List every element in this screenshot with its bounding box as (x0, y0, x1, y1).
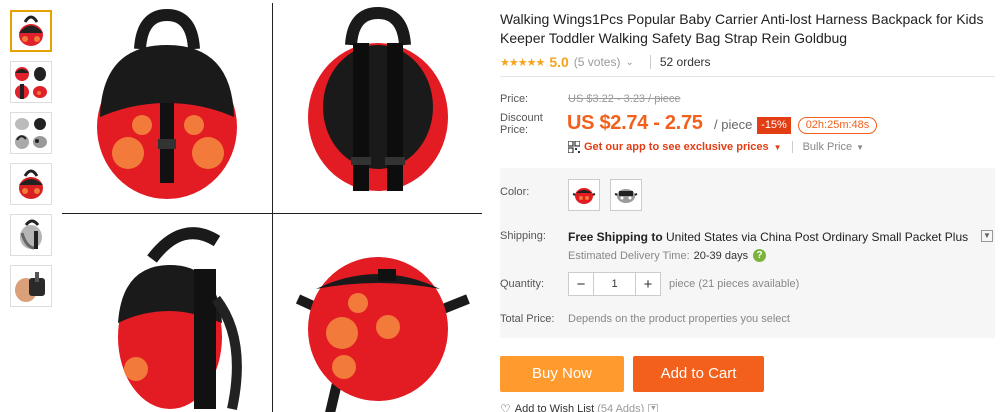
ladybug-front-thumb-icon (19, 15, 43, 46)
ladybug-backpack-side-icon (117, 227, 242, 411)
price-unit: / piece (714, 117, 753, 132)
title-divider (500, 76, 995, 77)
gallery-side-view (62, 214, 271, 412)
total-price-label: Total Price: (500, 313, 555, 325)
thumbnail-strip (10, 10, 54, 316)
plus-icon[interactable]: + (636, 273, 660, 295)
original-price: US $3.22 - 3.23 / piece (568, 93, 681, 105)
discount-percent-badge: -15% (757, 117, 791, 134)
qr-code-icon (568, 141, 580, 153)
shipping-details[interactable]: United States via China Post Ordinary Sm… (666, 230, 968, 244)
thumbnail-4[interactable] (10, 163, 52, 205)
bulk-caret-icon[interactable]: ▼ (856, 143, 864, 152)
wishlist-count: (54 Adds) (597, 403, 645, 412)
gallery-front-view (62, 3, 271, 211)
rating-score: 5.0 (549, 54, 569, 70)
rating-stars-icon: ★★★★★ (500, 56, 545, 69)
chevron-down-icon[interactable]: ⌄ (625, 57, 633, 68)
quantity-stepper: − + (568, 272, 661, 296)
rating-separator (649, 55, 651, 69)
delivery-time-value: 20-39 days (693, 249, 749, 262)
shipping-text: Free Shipping to United States via China… (568, 230, 968, 244)
buy-now-button[interactable]: Buy Now (500, 356, 624, 392)
grey-pack-thumb-icon (15, 118, 47, 149)
minus-icon[interactable]: − (569, 273, 593, 295)
ladybug-multi-thumb-icon (15, 67, 47, 99)
caret-down-icon[interactable]: ▼ (774, 143, 782, 152)
votes-link[interactable]: (5 votes) (574, 55, 621, 69)
grey-side-thumb-icon (20, 219, 42, 250)
shipping-dropdown-icon[interactable]: ▼ (981, 230, 993, 242)
countdown-timer: 02h:25m:48s (798, 117, 877, 134)
color-label: Color: (500, 186, 530, 198)
orders-count: 52 orders (659, 55, 711, 69)
red-ladybug-icon (572, 188, 596, 204)
discount-label-line2: Price: (500, 124, 529, 136)
quantity-label: Quantity: (500, 278, 545, 290)
ladybug-backpack-bottom-icon (295, 257, 470, 412)
gallery-divider-vertical (272, 3, 273, 412)
wishlist-link[interactable]: Add to Wish List (515, 403, 594, 412)
delivery-time-label: Estimated Delivery Time: (568, 249, 690, 262)
product-info: Walking Wings1Pcs Popular Baby Carrier A… (500, 0, 1000, 412)
ladybug-backpack-front-icon (96, 8, 237, 199)
price-label: Price: (500, 93, 529, 105)
wishlist-row: ♡ Add to Wish List (54 Adds) ▼ (500, 402, 659, 412)
product-gallery[interactable] (62, 3, 482, 412)
product-title: Walking Wings1Pcs Popular Baby Carrier A… (500, 11, 984, 46)
hand-pack-thumb-icon (15, 272, 45, 302)
heart-icon[interactable]: ♡ (500, 402, 511, 412)
app-promo-row: Get our app to see exclusive prices ▼ Bu… (568, 140, 864, 154)
delivery-time-row: Estimated Delivery Time: 20-39 days ? (568, 249, 767, 262)
thumbnail-5[interactable] (10, 214, 52, 256)
thumbnail-2[interactable] (10, 61, 52, 103)
color-option-grey-elephant[interactable] (610, 179, 642, 211)
rating-row: ★★★★★ 5.0 (5 votes) ⌄ 52 orders (500, 53, 711, 71)
free-shipping-text: Free Shipping to (568, 230, 663, 244)
discount-label-line1: Discount (500, 112, 543, 124)
total-price-note: Depends on the product properties you se… (568, 313, 790, 325)
gallery-divider-horizontal (62, 213, 482, 214)
discount-price: US $2.74 - 2.75 (567, 112, 703, 134)
thumbnail-1[interactable] (10, 10, 52, 52)
bulk-price-link[interactable]: Bulk Price (803, 141, 853, 153)
shipping-label: Shipping: (500, 230, 546, 242)
thumbnail-6[interactable] (10, 265, 52, 307)
ladybug-backpack-back-icon (307, 7, 448, 191)
app-separator (791, 141, 793, 153)
gallery-bottom-view (273, 214, 482, 412)
grey-elephant-icon (614, 189, 638, 203)
color-option-red-ladybug[interactable] (568, 179, 600, 211)
thumbnail-3[interactable] (10, 112, 52, 154)
app-prices-link[interactable]: Get our app to see exclusive prices (584, 141, 769, 153)
help-icon[interactable]: ? (753, 249, 767, 262)
gallery-back-view (273, 3, 482, 211)
quantity-available: piece (21 pieces available) (669, 278, 800, 290)
wishlist-arrow-icon[interactable]: ▼ (648, 404, 659, 412)
ladybug-side-thumb-icon (19, 169, 43, 199)
add-to-cart-button[interactable]: Add to Cart (633, 356, 764, 392)
quantity-input[interactable] (593, 273, 636, 295)
